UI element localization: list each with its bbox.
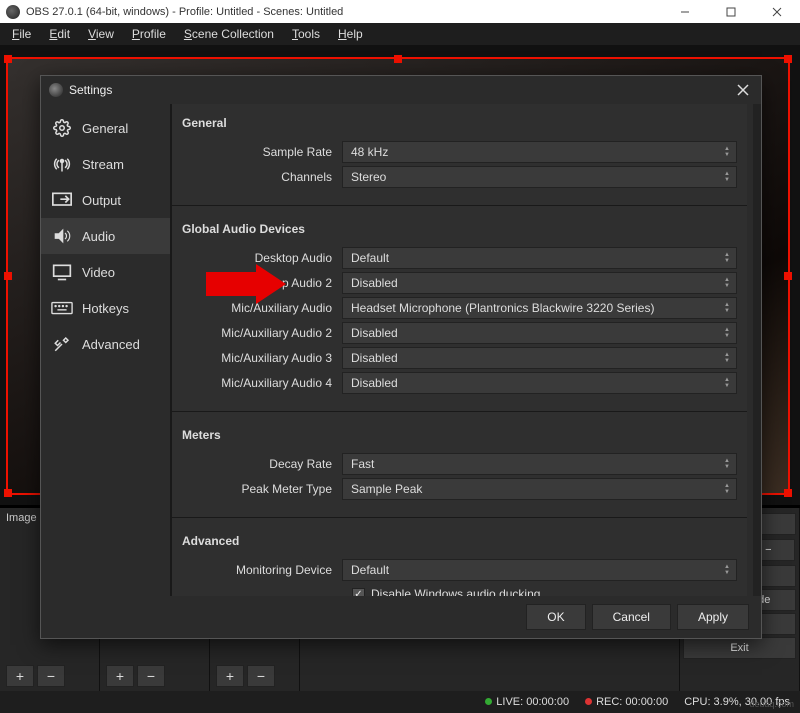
sidebar-item-video[interactable]: Video xyxy=(41,254,170,290)
peak-meter-select[interactable]: Sample Peak▲▼ xyxy=(342,478,737,500)
monitoring-device-select[interactable]: Default▲▼ xyxy=(342,559,737,581)
add-button[interactable]: + xyxy=(106,665,134,687)
sidebar-item-audio[interactable]: Audio xyxy=(41,218,170,254)
mic-aux-audio-2-select[interactable]: Disabled▲▼ xyxy=(342,322,737,344)
obs-logo-icon xyxy=(6,5,20,19)
gear-icon xyxy=(51,119,73,137)
field-label: Desktop Audio xyxy=(182,251,342,265)
mic-aux-audio-3-select[interactable]: Disabled▲▼ xyxy=(342,347,737,369)
sidebar-item-hotkeys[interactable]: Hotkeys xyxy=(41,290,170,326)
field-label: Channels xyxy=(182,170,342,184)
field-label: Sample Rate xyxy=(182,145,342,159)
obs-logo-icon xyxy=(49,83,63,97)
dialog-title: Settings xyxy=(69,83,112,97)
crop-handle[interactable] xyxy=(394,55,402,63)
crop-handle[interactable] xyxy=(4,272,12,280)
group-heading: Meters xyxy=(182,422,737,450)
crop-handle[interactable] xyxy=(784,489,792,497)
sidebar-item-label: Video xyxy=(82,265,115,280)
desktop-audio-2-select[interactable]: Disabled▲▼ xyxy=(342,272,737,294)
sidebar-item-general[interactable]: General xyxy=(41,110,170,146)
field-label: Desktop Audio 2 xyxy=(182,276,342,290)
close-button[interactable] xyxy=(754,0,800,23)
field-label: Mic/Auxiliary Audio 2 xyxy=(182,326,342,340)
sidebar-item-label: Hotkeys xyxy=(82,301,129,316)
ok-button[interactable]: OK xyxy=(526,604,585,630)
sample-rate-select[interactable]: 48 kHz▲▼ xyxy=(342,141,737,163)
ducking-checkbox[interactable]: ✓ xyxy=(352,588,365,597)
menu-scene-collection[interactable]: Scene Collection xyxy=(176,25,282,43)
crop-handle[interactable] xyxy=(784,55,792,63)
window-title: OBS 27.0.1 (64-bit, windows) - Profile: … xyxy=(26,6,343,18)
add-button[interactable]: + xyxy=(6,665,34,687)
group-heading: Advanced xyxy=(182,528,737,556)
sidebar-item-label: General xyxy=(82,121,128,136)
add-button[interactable]: + xyxy=(216,665,244,687)
status-rec: REC: 00:00:00 xyxy=(585,696,668,708)
status-bar: LIVE: 00:00:00 REC: 00:00:00 CPU: 3.9%, … xyxy=(0,691,800,713)
close-icon[interactable] xyxy=(733,80,753,100)
window-titlebar: OBS 27.0.1 (64-bit, windows) - Profile: … xyxy=(0,0,800,23)
crop-handle[interactable] xyxy=(4,55,12,63)
watermark: deuaq.com xyxy=(749,699,794,709)
remove-button[interactable]: − xyxy=(137,665,165,687)
output-icon xyxy=(51,191,73,209)
antenna-icon xyxy=(51,155,73,173)
field-label: Mic/Auxiliary Audio 3 xyxy=(182,351,342,365)
group-heading: General xyxy=(182,110,737,138)
maximize-button[interactable] xyxy=(708,0,754,23)
menu-file[interactable]: File xyxy=(4,25,39,43)
sidebar-item-label: Output xyxy=(82,193,121,208)
exit-button[interactable]: Exit xyxy=(683,637,796,659)
remove-button[interactable]: − xyxy=(37,665,65,687)
monitor-icon xyxy=(51,263,73,281)
mic-aux-audio-select[interactable]: Headset Microphone (Plantronics Blackwir… xyxy=(342,297,737,319)
dialog-titlebar[interactable]: Settings xyxy=(41,76,761,104)
sidebar-item-output[interactable]: Output xyxy=(41,182,170,218)
field-label: Monitoring Device xyxy=(182,563,342,577)
settings-dialog: Settings General Stream Output Audio xyxy=(40,75,762,639)
field-label: Mic/Auxiliary Audio xyxy=(182,301,342,315)
settings-content: General Sample Rate 48 kHz▲▼ Channels St… xyxy=(171,104,753,596)
decay-rate-select[interactable]: Fast▲▼ xyxy=(342,453,737,475)
sidebar-item-advanced[interactable]: Advanced xyxy=(41,326,170,362)
field-label: Peak Meter Type xyxy=(182,482,342,496)
minimize-button[interactable] xyxy=(662,0,708,23)
sidebar-item-stream[interactable]: Stream xyxy=(41,146,170,182)
tools-icon xyxy=(51,335,73,353)
mic-aux-audio-4-select[interactable]: Disabled▲▼ xyxy=(342,372,737,394)
sidebar-item-label: Audio xyxy=(82,229,115,244)
group-heading: Global Audio Devices xyxy=(182,216,737,244)
sidebar-item-label: Stream xyxy=(82,157,124,172)
crop-handle[interactable] xyxy=(784,272,792,280)
sidebar-item-label: Advanced xyxy=(82,337,140,352)
channels-select[interactable]: Stereo▲▼ xyxy=(342,166,737,188)
scrollbar[interactable] xyxy=(753,104,761,596)
remove-button[interactable]: − xyxy=(247,665,275,687)
desktop-audio-select[interactable]: Default▲▼ xyxy=(342,247,737,269)
field-label: Decay Rate xyxy=(182,457,342,471)
keyboard-icon xyxy=(51,299,73,317)
cancel-button[interactable]: Cancel xyxy=(592,604,671,630)
field-label: Mic/Auxiliary Audio 4 xyxy=(182,376,342,390)
menubar: File Edit View Profile Scene Collection … xyxy=(0,23,800,45)
settings-sidebar: General Stream Output Audio Video Hotkey… xyxy=(41,104,171,596)
crop-handle[interactable] xyxy=(4,489,12,497)
menu-view[interactable]: View xyxy=(80,25,122,43)
dialog-footer: OK Cancel Apply xyxy=(41,596,761,638)
apply-button[interactable]: Apply xyxy=(677,604,749,630)
checkbox-label: Disable Windows audio ducking xyxy=(371,587,540,596)
menu-profile[interactable]: Profile xyxy=(124,25,174,43)
menu-tools[interactable]: Tools xyxy=(284,25,328,43)
menu-edit[interactable]: Edit xyxy=(41,25,78,43)
speaker-icon xyxy=(51,227,73,245)
menu-help[interactable]: Help xyxy=(330,25,371,43)
status-live: LIVE: 00:00:00 xyxy=(485,696,569,708)
